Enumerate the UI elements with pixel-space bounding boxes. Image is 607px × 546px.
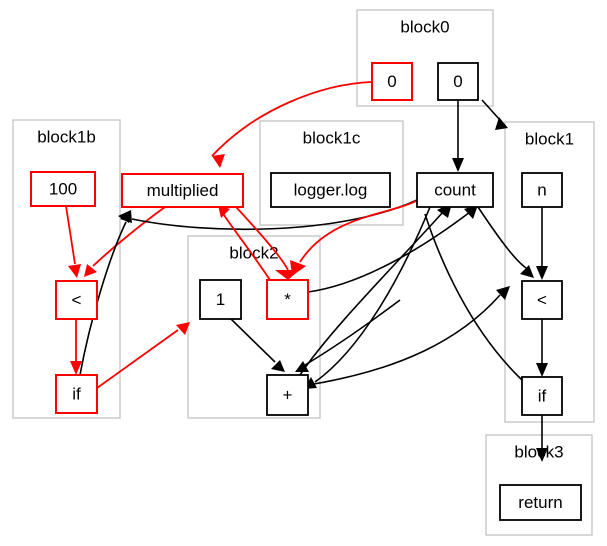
edge-e-one-plus	[230, 318, 285, 372]
node-hundred[interactable]: 100	[30, 171, 96, 207]
node-label-count: count	[434, 180, 476, 199]
node-label-lt_1: <	[537, 290, 547, 309]
edge-line	[307, 294, 501, 386]
node-label-mul: *	[284, 290, 291, 309]
cluster-box-block1b	[12, 119, 121, 419]
cluster-label-block1: block1	[525, 129, 574, 148]
node-return[interactable]: return	[499, 484, 582, 521]
edge-line	[230, 318, 276, 363]
node-lt_b[interactable]: <	[55, 280, 98, 320]
node-if_b[interactable]: if	[55, 374, 98, 414]
node-if_1[interactable]: if	[521, 376, 563, 416]
edge-e-ifb-one	[96, 322, 190, 389]
edge-e-n-lt1	[536, 207, 548, 280]
edge-e-count-mul	[290, 199, 419, 276]
node-lt_1[interactable]: <	[521, 280, 563, 320]
edge-e-mulside-count	[307, 205, 478, 293]
arrowhead-icon	[212, 154, 225, 168]
arrowhead-icon	[271, 360, 285, 372]
arrowhead-icon	[452, 158, 464, 172]
node-mul[interactable]: *	[266, 279, 309, 320]
node-label-return: return	[518, 493, 562, 512]
graph-svg: block0block1bblock1cblock1block2block3 0…	[12, 9, 595, 536]
node-label-if_b: if	[72, 384, 81, 403]
cluster-label-block1b: block1b	[37, 127, 96, 146]
node-one[interactable]: 1	[199, 279, 242, 320]
arrowhead-icon	[495, 117, 508, 130]
edge-line	[299, 199, 419, 263]
node-loggerlog[interactable]: logger.log	[270, 172, 391, 208]
arrowhead-icon	[520, 265, 534, 278]
cluster-block1b: block1b	[12, 119, 121, 419]
arrowhead-icon	[290, 260, 306, 276]
node-label-hundred: 100	[49, 179, 77, 198]
arrowhead-icon	[536, 266, 548, 280]
clusters-layer: block0block1bblock1cblock1block2block3	[12, 9, 595, 536]
diagram-canvas: block0block1bblock1cblock1block2block3 0…	[0, 0, 607, 546]
node-label-zero_red: 0	[387, 72, 396, 91]
node-label-zero_black: 0	[453, 72, 462, 91]
edge-e-count-lt1	[477, 206, 534, 278]
edge-line	[299, 211, 444, 376]
arrowhead-icon	[84, 264, 97, 277]
node-n[interactable]: n	[521, 172, 563, 208]
arrowhead-icon	[68, 264, 81, 278]
edge-e-hundred-lt	[65, 205, 81, 278]
cluster-label-block1c: block1c	[303, 128, 361, 147]
node-zero_red[interactable]: 0	[371, 62, 413, 101]
edge-line	[477, 206, 527, 269]
edge-line	[96, 329, 179, 389]
cluster-label-block0: block0	[400, 17, 449, 36]
node-label-one: 1	[216, 290, 225, 309]
edge-e-zerored-multiplied	[211, 81, 373, 168]
node-zero_black[interactable]: 0	[437, 62, 479, 101]
node-count[interactable]: count	[416, 172, 494, 208]
edge-e-count-plus	[304, 206, 431, 389]
edge-e-lt1-if1	[536, 319, 548, 377]
edge-e-ltb-ifb	[70, 319, 82, 375]
node-label-n: n	[537, 180, 546, 199]
node-label-multiplied: multiplied	[147, 181, 219, 200]
edge-e-if1-count	[424, 213, 523, 381]
edge-line	[424, 213, 523, 381]
node-label-loggerlog: logger.log	[294, 180, 368, 199]
edge-line	[65, 205, 76, 265]
node-label-plus: +	[283, 385, 293, 404]
edge-e-plusout-lt1	[307, 286, 510, 386]
node-label-if_1: if	[538, 386, 547, 405]
node-plus[interactable]: +	[266, 374, 309, 416]
edge-line	[481, 99, 501, 121]
edge-e-zeroblack-count	[452, 100, 464, 172]
node-multiplied[interactable]: multiplied	[121, 173, 244, 208]
node-label-lt_b: <	[72, 290, 82, 309]
edge-e-block0-block1	[481, 99, 508, 130]
arrowhead-icon	[536, 363, 548, 377]
